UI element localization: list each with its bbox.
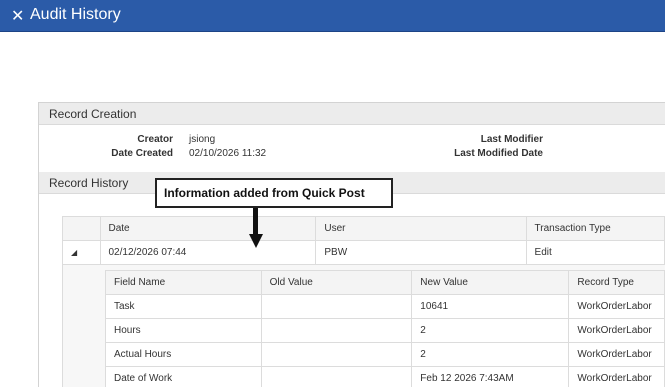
new-value-cell: Feb 12 2026 7:43AM — [411, 366, 570, 387]
date-created-label: Date Created — [111, 148, 173, 159]
last-modifier-label: Last Modifier — [480, 134, 543, 145]
field-name-cell: Task — [105, 294, 262, 319]
record-type-cell: WorkOrderLabor — [568, 294, 665, 319]
column-header-transaction-type[interactable]: Transaction Type — [525, 216, 665, 241]
detail-table: Field Name Old Value New Value Record Ty… — [105, 270, 665, 387]
old-value-cell — [260, 342, 413, 367]
new-value-cell: 2 — [411, 318, 570, 343]
record-type-cell: WorkOrderLabor — [568, 366, 665, 387]
title-bar: ✕ Audit History — [0, 0, 665, 32]
table-row[interactable]: Date of Work Feb 12 2026 7:43AM WorkOrde… — [105, 366, 665, 387]
old-value-cell — [260, 318, 413, 343]
record-creation-header: Record Creation — [39, 103, 665, 125]
column-header-new-value[interactable]: New Value — [411, 270, 570, 295]
close-icon[interactable]: ✕ — [11, 6, 24, 25]
history-table: Date User Transaction Type ◢ 02/12/2026 … — [62, 216, 665, 265]
field-name-cell: Hours — [105, 318, 262, 343]
new-value-cell: 10641 — [411, 294, 570, 319]
row-date: 02/12/2026 07:44 — [99, 240, 317, 265]
annotation-callout: Information added from Quick Post — [155, 178, 393, 208]
expander-column-header — [62, 216, 101, 241]
old-value-cell — [260, 294, 413, 319]
window-title: Audit History — [30, 6, 121, 23]
creator-value: jsiong — [189, 134, 216, 145]
table-row[interactable]: Hours 2 WorkOrderLabor — [105, 318, 665, 343]
field-name-cell: Actual Hours — [105, 342, 262, 367]
row-transaction-type: Edit — [525, 240, 665, 265]
field-name-cell: Date of Work — [105, 366, 262, 387]
column-header-date[interactable]: Date — [99, 216, 317, 241]
table-row[interactable]: Actual Hours 2 WorkOrderLabor — [105, 342, 665, 367]
creator-label: Creator — [137, 134, 173, 145]
row-user: PBW — [315, 240, 527, 265]
record-type-cell: WorkOrderLabor — [568, 342, 665, 367]
table-row[interactable]: Task 10641 WorkOrderLabor — [105, 294, 665, 319]
last-modified-date-label: Last Modified Date — [454, 148, 543, 159]
column-header-field-name[interactable]: Field Name — [105, 270, 262, 295]
new-value-cell: 2 — [411, 342, 570, 367]
annotation-arrow-shaft — [253, 208, 258, 236]
arrow-down-icon — [249, 234, 263, 248]
column-header-old-value[interactable]: Old Value — [260, 270, 413, 295]
table-row[interactable]: ◢ 02/12/2026 07:44 PBW Edit — [62, 240, 665, 265]
column-header-user[interactable]: User — [315, 216, 527, 241]
column-header-record-type[interactable]: Record Type — [568, 270, 665, 295]
expand-row-icon[interactable]: ◢ — [62, 240, 101, 265]
old-value-cell — [260, 366, 413, 387]
date-created-value: 02/10/2026 11:32 — [189, 148, 267, 159]
record-type-cell: WorkOrderLabor — [568, 318, 665, 343]
